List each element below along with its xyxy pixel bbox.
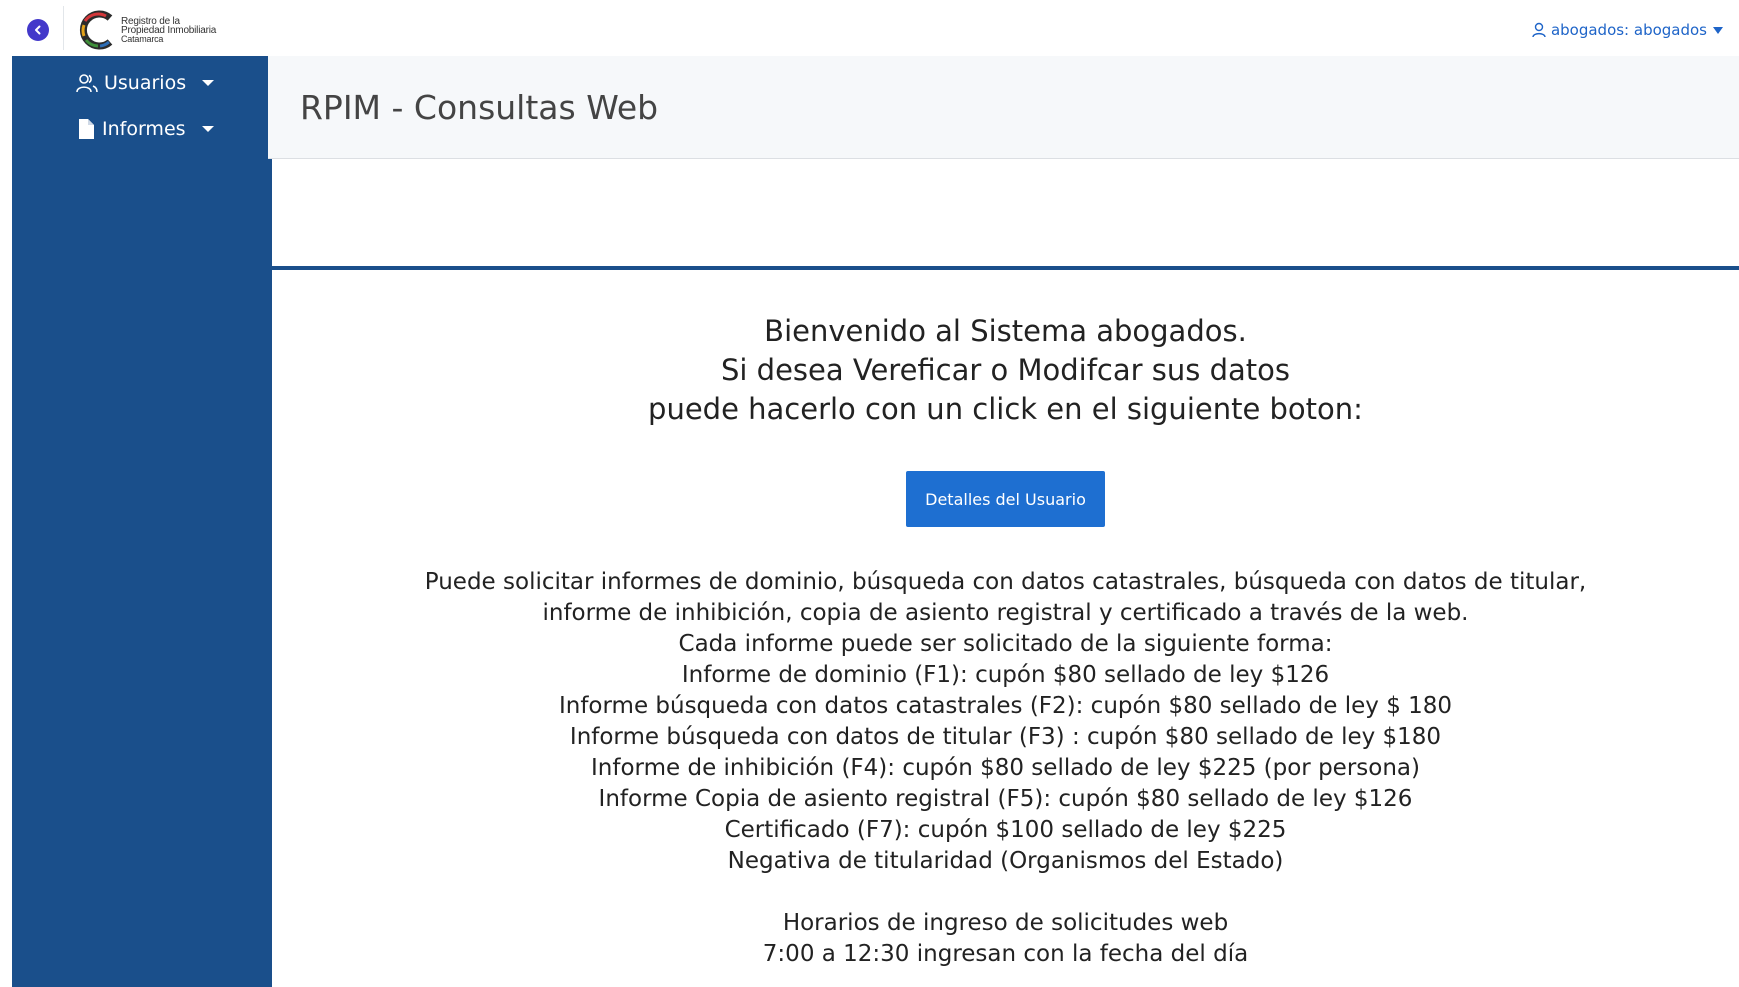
info-line: informe de inhibición, copia de asiento … (542, 600, 1469, 626)
page-header: RPIM - Consultas Web (268, 56, 1739, 159)
user-menu-label: abogados: abogados (1550, 21, 1707, 39)
logo-text: Registro de la Propiedad Inmobiliaria Ca… (121, 16, 216, 44)
info-line: Informe Copia de asiento registral (F5):… (598, 786, 1413, 812)
user-menu[interactable]: abogados: abogados (1531, 21, 1723, 39)
back-button[interactable] (27, 19, 49, 41)
file-icon (79, 119, 94, 139)
logo-line: Catamarca (121, 33, 164, 44)
schedule-text: Horarios de ingreso de solicitudes web 7… (272, 908, 1739, 970)
info-line: Informe de inhibición (F4): cupón $80 se… (591, 755, 1420, 781)
info-line: Negativa de titularidad (Organismos del … (727, 848, 1284, 874)
top-bar: Registro de la Propiedad Inmobiliaria Ca… (0, 0, 1739, 56)
rpim-logo[interactable]: Registro de la Propiedad Inmobiliaria Ca… (76, 8, 216, 52)
user-details-button[interactable]: Detalles del Usuario (906, 471, 1105, 527)
top-divider (63, 6, 64, 50)
users-icon (76, 74, 98, 93)
user-icon (1532, 22, 1546, 38)
caret-down-icon (202, 80, 215, 86)
info-line: Informe de dominio (F1): cupón $80 sella… (681, 662, 1330, 688)
sidebar: Usuarios Informes (12, 56, 272, 987)
sidebar-item-usuarios[interactable]: Usuarios (76, 72, 215, 94)
welcome-line: Si desea Vereficar o Modifcar sus datos (720, 353, 1291, 387)
info-line: Cada informe puede ser solicitado de la … (678, 631, 1333, 657)
chevron-left-icon (35, 25, 41, 35)
schedule-line: Horarios de ingreso de solicitudes web (782, 910, 1229, 936)
caret-down-icon (1713, 26, 1723, 34)
logo-mark-icon (79, 10, 113, 50)
info-line: Puede solicitar informes de dominio, bús… (424, 569, 1587, 595)
info-text: Puede solicitar informes de dominio, bús… (272, 567, 1739, 877)
info-line: Informe búsqueda con datos de titular (F… (569, 724, 1442, 750)
welcome-line: puede hacerlo con un click en el siguien… (648, 392, 1363, 426)
info-line: Certificado (F7): cupón $100 sellado de … (724, 817, 1287, 843)
sidebar-item-informes[interactable]: Informes (76, 118, 214, 140)
welcome-line: Bienvenido al Sistema abogados. (764, 314, 1247, 348)
info-line: Informe búsqueda con datos catastrales (… (558, 693, 1453, 719)
main-content: Bienvenido al Sistema abogados. Si desea… (272, 270, 1739, 970)
sidebar-item-label: Usuarios (104, 72, 187, 94)
page-title: RPIM - Consultas Web (300, 88, 659, 127)
sidebar-item-label: Informes (102, 118, 186, 140)
caret-down-icon (201, 126, 214, 132)
schedule-line: 7:00 a 12:30 ingresan con la fecha del d… (762, 941, 1249, 967)
welcome-message: Bienvenido al Sistema abogados. Si desea… (272, 312, 1739, 429)
